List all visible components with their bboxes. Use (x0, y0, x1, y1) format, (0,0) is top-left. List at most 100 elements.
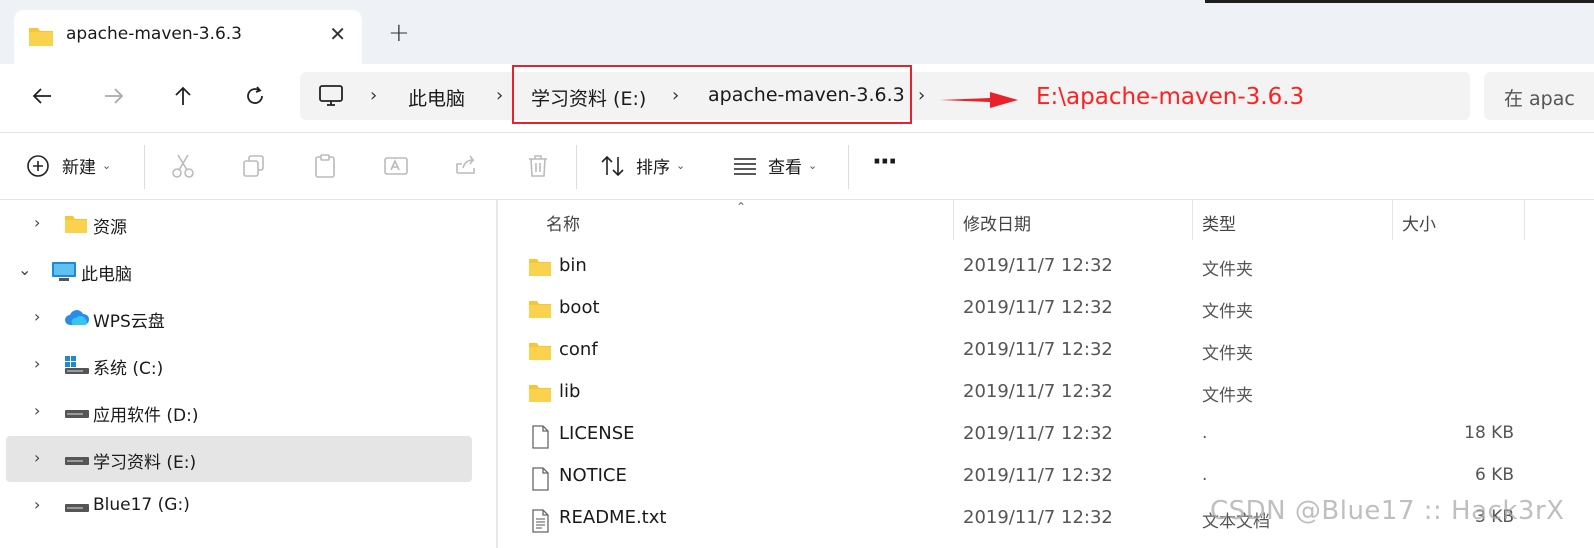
file-date: 2019/11/7 12:32 (963, 255, 1113, 276)
chevron-right-icon[interactable]: › (34, 448, 40, 467)
delete-icon[interactable] (525, 153, 551, 183)
cut-icon[interactable] (170, 153, 196, 183)
pc-icon (51, 261, 77, 287)
tab-title: apache-maven-3.6.3 (66, 24, 243, 44)
column-header-modified[interactable]: 修改日期 (963, 210, 1031, 235)
cloud-icon (64, 308, 90, 332)
file-name: NOTICE (559, 465, 627, 486)
sidebar-item-label: 系统 (C:) (93, 359, 164, 379)
refresh-button[interactable] (239, 80, 271, 112)
window-edge (1205, 0, 1594, 3)
up-button[interactable] (167, 80, 199, 112)
sort-icon (601, 155, 624, 176)
new-button[interactable]: 新建 ⌄ (26, 153, 111, 178)
chevron-right-icon[interactable]: › (34, 213, 40, 232)
view-label: 查看 (768, 158, 802, 178)
rename-icon[interactable] (383, 153, 409, 183)
file-name: bin (559, 255, 587, 276)
file-row[interactable]: conf 2019/11/7 12:32 文件夹 (498, 331, 1594, 373)
file-name: conf (559, 339, 598, 360)
file-size: 6 KB (1474, 465, 1514, 485)
sidebar-item-label: 资源 (93, 218, 127, 238)
file-type: . (1202, 465, 1208, 485)
file-icon (528, 467, 552, 495)
back-button[interactable] (26, 80, 58, 112)
copy-icon[interactable] (241, 153, 267, 183)
column-divider[interactable] (1524, 200, 1525, 240)
file-date: 2019/11/7 12:32 (963, 465, 1113, 486)
file-name: LICENSE (559, 423, 635, 444)
file-name: lib (559, 381, 581, 402)
toolbar-divider (848, 145, 849, 189)
chevron-down-icon: ⌄ (102, 159, 112, 172)
new-tab-button[interactable]: + (388, 20, 410, 46)
breadcrumb-this-pc[interactable]: 此电脑 (408, 84, 465, 111)
close-tab-icon[interactable]: ✕ (329, 22, 346, 46)
tab-strip: apache-maven-3.6.3 ✕ + (0, 0, 1594, 64)
chevron-right-icon[interactable]: › (34, 307, 40, 326)
sidebar-item-drive-c[interactable]: › 系统 (C:) (6, 342, 472, 388)
folder-icon (528, 383, 552, 407)
sidebar-item-label: 此电脑 (81, 265, 132, 285)
sidebar-item-wps-cloud[interactable]: › WPS云盘 (6, 295, 472, 341)
refresh-icon (247, 86, 263, 104)
file-name: README.txt (559, 507, 667, 528)
breadcrumb-separator: › (370, 85, 378, 106)
column-header-size[interactable]: 大小 (1402, 210, 1436, 235)
file-date: 2019/11/7 12:32 (963, 339, 1113, 360)
sidebar-item-resources[interactable]: › 资源 (6, 201, 472, 247)
file-name: boot (559, 297, 600, 318)
view-button[interactable]: 查看 ⌄ (732, 153, 817, 178)
file-row[interactable]: LICENSE 2019/11/7 12:32 . 18 KB (498, 415, 1594, 457)
sort-button[interactable]: 排序 ⌄ (600, 153, 685, 178)
paste-icon[interactable] (312, 153, 338, 183)
file-type: 文件夹 (1202, 260, 1253, 280)
add-icon (27, 154, 49, 177)
breadcrumb-separator: › (496, 85, 504, 106)
file-type: 文件夹 (1202, 302, 1253, 322)
tab-apache-maven[interactable]: apache-maven-3.6.3 ✕ (14, 10, 362, 64)
file-row[interactable]: NOTICE 2019/11/7 12:32 . 6 KB (498, 457, 1594, 499)
sidebar-item-this-pc[interactable]: ⌄ 此电脑 (6, 248, 472, 294)
chevron-right-icon[interactable]: › (34, 401, 40, 420)
annotation-arrow-icon (940, 92, 1018, 108)
file-date: 2019/11/7 12:32 (963, 507, 1113, 528)
file-date: 2019/11/7 12:32 (963, 423, 1113, 444)
share-icon[interactable] (454, 153, 480, 183)
highlight-box (512, 65, 912, 124)
more-options-icon[interactable]: ··· (872, 147, 898, 177)
column-divider[interactable] (1192, 200, 1193, 240)
chevron-right-icon[interactable]: › (34, 354, 40, 373)
column-divider[interactable] (1392, 200, 1393, 240)
sidebar-item-drive-d[interactable]: › 应用软件 (D:) (6, 389, 472, 435)
chevron-down-icon: ⌄ (808, 159, 818, 172)
forward-button[interactable] (98, 80, 130, 112)
forward-arrow-icon (105, 88, 124, 104)
toolbar-divider (144, 145, 145, 189)
file-row[interactable]: bin 2019/11/7 12:32 文件夹 (498, 247, 1594, 289)
sidebar-item-label: WPS云盘 (93, 312, 165, 332)
folder-icon (28, 25, 54, 51)
folder-icon (528, 299, 552, 323)
search-placeholder: 在 apac (1504, 88, 1575, 110)
chevron-down-icon[interactable]: ⌄ (18, 260, 31, 279)
column-header-type[interactable]: 类型 (1202, 210, 1236, 235)
sidebar-item-drive-e[interactable]: › 学习资料 (E:) (6, 436, 472, 482)
back-arrow-icon (32, 88, 51, 104)
navigation-pane: › 资源 ⌄ 此电脑 › WPS云盘 › 系统 (C:) › 应用软件 (D:)… (0, 200, 484, 548)
file-row[interactable]: lib 2019/11/7 12:32 文件夹 (498, 373, 1594, 415)
system-drive-icon (64, 355, 90, 379)
up-arrow-icon (175, 86, 191, 105)
chevron-right-icon[interactable]: › (34, 495, 40, 514)
sidebar-item-label: 应用软件 (D:) (93, 406, 199, 426)
sidebar-item-label: 学习资料 (E:) (93, 453, 197, 473)
column-divider[interactable] (953, 200, 954, 240)
search-box[interactable]: 在 apac (1484, 72, 1594, 120)
command-bar: 新建 ⌄ 排序 ⌄ 查看 ⌄ ··· (0, 132, 1594, 200)
file-date: 2019/11/7 12:32 (963, 297, 1113, 318)
file-row[interactable]: boot 2019/11/7 12:32 文件夹 (498, 289, 1594, 331)
drive-icon (64, 402, 90, 426)
text-file-icon (528, 509, 552, 537)
sidebar-item-drive-g[interactable]: › Blue17 (G:) (6, 483, 472, 529)
column-header-name[interactable]: 名称 (546, 210, 580, 235)
